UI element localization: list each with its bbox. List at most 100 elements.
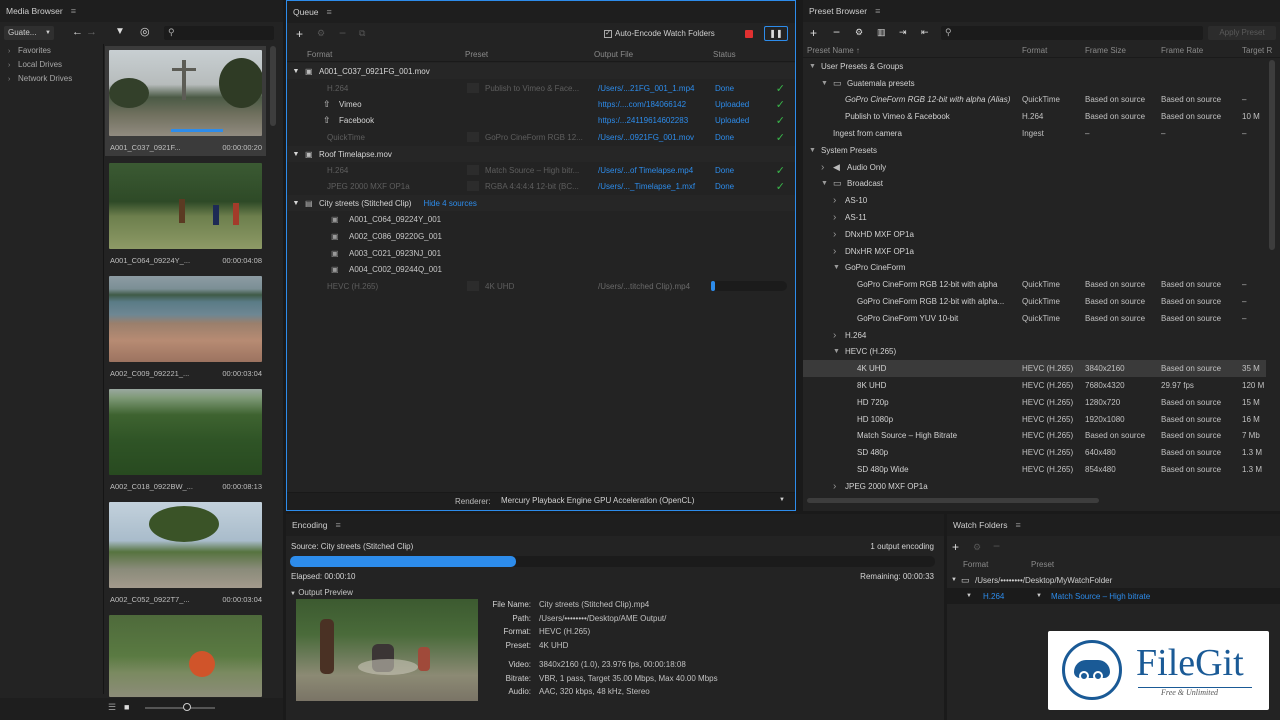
queue-output-row[interactable]: H.264 Match Source – High bitr... /Users… [287,162,795,178]
preset-row[interactable]: › ◀ Audio Only [803,159,1266,176]
watch-format[interactable]: H.264 [983,592,1004,601]
queue-source-row[interactable]: ▼ ▣ Roof Timelapse.mov [287,146,795,162]
hide-sources-link[interactable]: Hide 4 sources [423,199,476,208]
preset-dropdown-icon[interactable] [467,281,479,291]
preset-row[interactable]: HD 1080p HEVC (H.265) 1920x1080 Based on so… [803,411,1266,428]
column-preset-name[interactable]: Preset Name ↑ [807,46,860,55]
duplicate-icon[interactable]: ⧉ [359,28,365,39]
queue-output-row[interactable]: JPEG 2000 MXF OP1a RGBA 4:4:4:4 12-bit (… [287,178,795,194]
queue-source-row[interactable]: ▼ ▣ A001_C037_0921FG_001.mov [287,63,795,79]
apply-preset-button[interactable]: Apply Preset [1208,26,1276,40]
chevron-down-icon[interactable]: ▼ [966,593,972,599]
watch-folder-row[interactable]: ▼ ▭ /Users/••••••••/Desktop/MyWatchFolde… [947,572,1280,588]
tree-item-local-drives[interactable]: › Local Drives [8,58,103,72]
settings-icon[interactable]: ⚙ [973,542,981,553]
preset-dropdown-icon[interactable] [467,165,479,175]
preset-vscrollbar[interactable] [1269,60,1275,250]
chevron-down-icon[interactable]: ▼ [833,348,840,355]
panel-menu-icon[interactable]: ≡ [71,6,76,16]
preset-dropdown-icon[interactable] [467,83,479,93]
add-preset-icon[interactable]: + [810,26,817,40]
media-scrollbar[interactable] [270,46,276,126]
output-file-link[interactable]: /Users/...21FG_001_1.mp4 [598,84,695,93]
preset-dropdown-icon[interactable] [467,181,479,191]
queue-output-row[interactable]: HEVC (H.265) 4K UHD /Users/...titched Cl… [287,278,795,294]
preset-row[interactable]: Publish to Vimeo & Facebook H.264 Based on… [803,108,1266,125]
icon-view-icon[interactable]: ■ [124,702,129,712]
chevron-right-icon[interactable]: › [833,229,836,240]
output-preview-toggle[interactable]: ▼ Output Preview [290,588,353,597]
queue-output-row[interactable]: QuickTime GoPro CineForm RGB 12... /User… [287,129,795,145]
preset-search-input[interactable]: ⚲ [941,26,1203,40]
preset-row[interactable]: GoPro CineForm RGB 12-bit with alpha Quic… [803,276,1266,293]
queue-source-row[interactable]: ▼ ▤ City streets (Stitched Clip) Hide 4 … [287,195,795,211]
chevron-right-icon[interactable]: › [833,246,836,257]
expand-chevron-icon[interactable]: ▼ [287,200,305,207]
chevron-down-icon[interactable]: ▼ [833,264,840,271]
preset-row[interactable]: › H.264 [803,327,1266,344]
preset-row[interactable]: ▼ ▭ Guatemala presets [803,75,1266,92]
clip-thumbnail[interactable] [109,276,262,362]
preset-row[interactable]: SD 480p HEVC (H.265) 640x480 Based on sourc… [803,444,1266,461]
remove-icon[interactable]: − [339,26,346,40]
column-frame-rate[interactable]: Frame Rate [1161,46,1203,55]
chevron-down-icon[interactable]: ▼ [809,63,816,70]
scrub-bar[interactable] [171,129,223,132]
clip-thumbnail[interactable] [109,389,262,475]
zoom-slider[interactable] [145,707,215,709]
panel-menu-icon[interactable]: ≡ [335,520,340,530]
renderer-dropdown[interactable]: Mercury Playback Engine GPU Acceleration… [501,496,787,508]
stop-button[interactable] [745,30,753,38]
preset-row[interactable]: › DNxHD MXF OP1a [803,226,1266,243]
preset-row[interactable]: Match Source – High Bitrate HEVC (H.265) B… [803,428,1266,445]
clip-thumbnail[interactable] [109,163,262,249]
column-frame-size[interactable]: Frame Size [1085,46,1126,55]
chevron-right-icon[interactable]: › [833,481,836,490]
location-dropdown[interactable]: Guate... ▼ [4,26,54,40]
output-preset[interactable]: GoPro CineForm RGB 12... [485,133,583,142]
preset-row[interactable]: Ingest from camera Ingest – – – [803,125,1266,142]
chevron-right-icon[interactable]: › [833,212,836,223]
chevron-down-icon[interactable]: ▼ [821,180,828,187]
filter-icon[interactable]: ▼ [115,26,125,37]
tree-item-favorites[interactable]: › Favorites [8,44,103,58]
add-output-icon[interactable]: ⚙ [317,28,325,39]
preset-dropdown-icon[interactable] [467,132,479,142]
preset-row[interactable]: ▼ GoPro CineForm [803,260,1266,277]
chevron-right-icon[interactable]: › [833,195,836,206]
auto-encode-checkbox[interactable]: ✓ Auto-Encode Watch Folders [604,29,715,38]
preset-row[interactable]: 8K UHD HEVC (H.265) 7680x4320 29.97 fps 120 … [803,377,1266,394]
list-view-icon[interactable]: ☰ [108,702,116,713]
preset-hscrollbar[interactable] [807,498,1099,503]
column-target-rate[interactable]: Target R [1242,46,1272,55]
view-settings-icon[interactable]: ◎ [140,25,150,38]
chevron-right-icon[interactable]: › [833,330,836,341]
panel-menu-icon[interactable]: ≡ [1015,520,1020,530]
preset-row[interactable]: ▼ User Presets & Groups [803,58,1266,75]
preset-row[interactable]: GoPro CineForm RGB 12-bit with alpha (Al… [803,92,1266,109]
preset-row[interactable]: › AS-11 [803,209,1266,226]
preset-row[interactable]: › AS-10 [803,192,1266,209]
output-file-link[interactable]: /Users/...0921FG_001.mov [598,133,694,142]
remove-folder-icon[interactable]: − [993,539,1000,553]
pause-button[interactable]: ❚❚ [764,26,788,41]
output-file-link[interactable]: /Users/...of Timelapse.mp4 [598,166,693,175]
settings-icon[interactable]: ⚙ [855,27,863,38]
output-file-link[interactable]: https:/...24119614602283 [598,116,688,125]
panel-menu-icon[interactable]: ≡ [875,6,880,16]
zoom-slider-handle[interactable] [183,703,191,711]
clip-thumbnail[interactable] [109,502,262,588]
import-icon[interactable]: ⇥ [899,27,907,38]
tree-item-network-drives[interactable]: › Network Drives [8,72,103,86]
add-source-icon[interactable]: + [296,27,303,41]
output-preset[interactable]: RGBA 4:4:4:4 12-bit (BC... [485,182,579,191]
export-icon[interactable]: ⇤ [921,27,929,38]
output-file-link[interactable]: /Users/...titched Clip).mp4 [598,282,690,291]
preset-row[interactable]: › JPEG 2000 MXF OP1a [803,478,1266,490]
output-preset[interactable]: Publish to Vimeo & Face... [485,84,579,93]
preset-row[interactable]: GoPro CineForm RGB 12-bit with alpha... Q… [803,293,1266,310]
chevron-down-icon[interactable]: ▼ [947,577,961,583]
queue-publish-row[interactable]: ⇧ Vimeo https:/....com/184066142 Uploade… [287,96,795,112]
queue-output-row[interactable]: H.264 Publish to Vimeo & Face... /Users/… [287,80,795,96]
preset-row[interactable]: HD 720p HEVC (H.265) 1280x720 Based on sour… [803,394,1266,411]
